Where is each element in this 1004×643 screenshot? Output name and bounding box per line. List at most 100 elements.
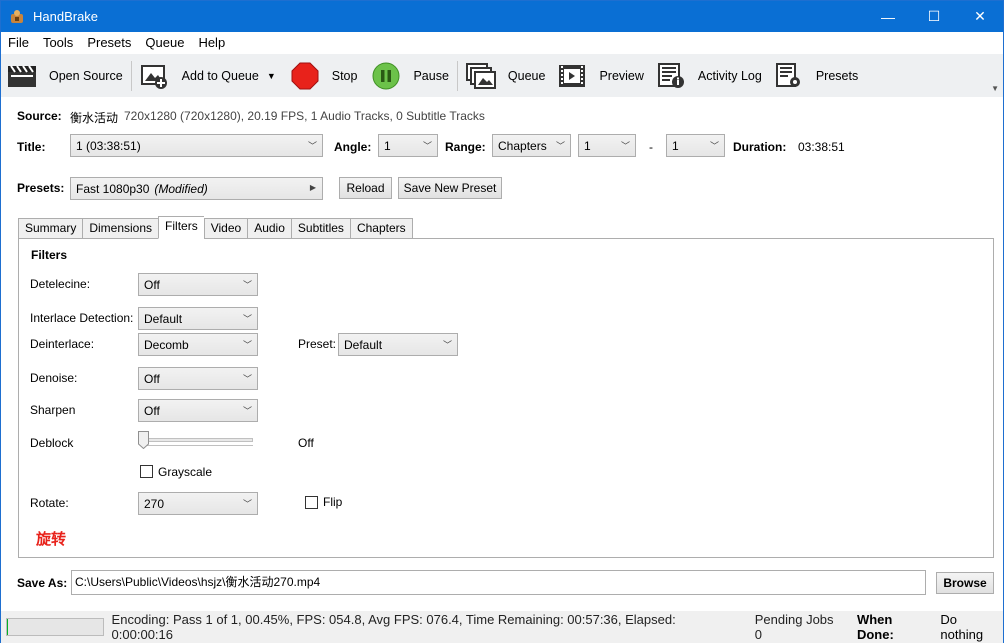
chevron-down-icon[interactable]: ▼ (267, 71, 276, 81)
pause-button[interactable]: Pause (363, 54, 454, 97)
duration-label: Duration: (733, 140, 787, 154)
tab-strip: Summary Dimensions Filters Video Audio S… (18, 216, 413, 239)
range-type-select[interactable]: Chapters ﹀ (492, 134, 571, 157)
browse-button[interactable]: Browse (936, 572, 994, 594)
tab-video[interactable]: Video (203, 218, 248, 239)
chevron-down-icon: ﹀ (422, 141, 432, 151)
deinterlace-preset-select[interactable]: Default ﹀ (338, 333, 458, 356)
when-done-value[interactable]: Do nothing (940, 612, 1003, 642)
clapperboard-icon (7, 63, 37, 89)
preview-button[interactable]: Preview (551, 54, 649, 97)
save-as-label: Save As: (17, 576, 68, 590)
range-end-select[interactable]: 1 ﹀ (666, 134, 725, 157)
rotate-select[interactable]: 270 ﹀ (138, 492, 258, 515)
chevron-down-icon: ﹀ (709, 141, 719, 151)
chevron-down-icon: ﹀ (555, 141, 565, 151)
tab-chapters[interactable]: Chapters (349, 218, 413, 239)
range-start-select[interactable]: 1 ﹀ (578, 134, 636, 157)
when-done-label: When Done: (856, 612, 894, 642)
deblock-slider-track[interactable] (140, 438, 253, 442)
chevron-down-icon: ﹀ (242, 280, 252, 290)
toolbar-overflow-icon[interactable]: ▼ (991, 84, 999, 93)
toolbar-separator (456, 60, 458, 91)
tab-audio[interactable]: Audio (247, 218, 291, 239)
preset-select-value: Fast 1080p30 (76, 181, 150, 196)
add-image-icon (140, 63, 170, 89)
interlace-detection-select[interactable]: Default ﹀ (138, 307, 258, 330)
encoding-status: Encoding: Pass 1 of 1, 00.45%, FPS: 054.… (111, 612, 676, 642)
deinterlace-select[interactable]: Decomb ﹀ (138, 333, 258, 356)
tab-filters[interactable]: Filters (158, 216, 204, 239)
range-label: Range: (445, 140, 486, 154)
title-select[interactable]: 1 (03:38:51) ﹀ (70, 134, 323, 157)
minimize-button[interactable]: — (865, 1, 911, 32)
range-dash: - (649, 140, 653, 154)
grayscale-checkbox[interactable] (140, 465, 153, 478)
status-bar: Encoding: Pass 1 of 1, 00.45%, FPS: 054.… (1, 611, 1003, 643)
close-button[interactable]: ✕ (957, 1, 1003, 32)
flip-label: Flip (323, 495, 343, 509)
title-label: Title: (17, 140, 46, 154)
save-new-preset-button[interactable]: Save New Preset (398, 177, 502, 199)
source-name: 衡水活动 (70, 111, 119, 125)
activity-log-icon (656, 62, 686, 89)
angle-select[interactable]: 1 ﹀ (378, 134, 438, 157)
menu-help[interactable]: Help (191, 32, 232, 54)
chevron-down-icon: ﹀ (307, 141, 317, 151)
queue-label: Queue (507, 68, 546, 83)
encode-progress-bar (6, 618, 104, 636)
preview-label: Preview (599, 68, 644, 83)
source-info: 720x1280 (720x1280), 20.19 FPS, 1 Audio … (124, 109, 485, 123)
detelecine-select[interactable]: Off ﹀ (138, 273, 258, 296)
denoise-select[interactable]: Off ﹀ (138, 367, 258, 390)
window-title: HandBrake (33, 9, 99, 24)
pause-label: Pause (413, 68, 449, 83)
sharpen-label: Sharpen (30, 403, 76, 417)
rotate-value: 270 (144, 496, 165, 511)
open-source-button[interactable]: Open Source (1, 54, 129, 97)
preset-select[interactable]: Fast 1080p30 (Modified) ▶ (70, 177, 323, 200)
interlace-detection-value: Default (144, 311, 183, 326)
chevron-down-icon: ﹀ (620, 141, 630, 151)
menu-queue[interactable]: Queue (138, 32, 191, 54)
title-select-value: 1 (03:38:51) (76, 138, 141, 153)
presets-gear-icon (774, 62, 804, 89)
queue-button[interactable]: Queue (460, 54, 552, 97)
add-to-queue-button[interactable]: Add to Queue ▼ (134, 54, 282, 97)
menu-tools[interactable]: Tools (36, 32, 80, 54)
tab-dimensions[interactable]: Dimensions (82, 218, 159, 239)
maximize-button[interactable]: ☐ (911, 1, 957, 32)
filters-heading: Filters (31, 248, 68, 262)
sharpen-select[interactable]: Off ﹀ (138, 399, 258, 422)
deinterlace-preset-value: Default (344, 337, 383, 352)
activity-log-label: Activity Log (697, 68, 762, 83)
deblock-value: Off (298, 436, 314, 450)
range-start-value: 1 (584, 138, 591, 153)
deblock-slider-thumb[interactable] (138, 431, 149, 449)
sharpen-value: Off (144, 403, 160, 418)
film-strip-icon (557, 63, 587, 89)
range-type-value: Chapters (498, 138, 547, 153)
menu-presets[interactable]: Presets (80, 32, 138, 54)
toolbar-separator (130, 60, 132, 91)
save-as-path-field[interactable]: C:\Users\Public\Videos\hsjz\衡水活动270.mp4 (71, 570, 926, 595)
rotate-label: Rotate: (30, 496, 69, 510)
tab-subtitles[interactable]: Subtitles (290, 218, 350, 239)
activity-log-button[interactable]: Activity Log (650, 54, 768, 97)
angle-select-value: 1 (384, 138, 391, 153)
tab-summary[interactable]: Summary (18, 218, 83, 239)
deblock-slider-ticks (143, 445, 253, 448)
menu-file[interactable]: File (1, 32, 36, 54)
menu-bar: File Tools Presets Queue Help (1, 32, 1003, 54)
range-end-value: 1 (672, 138, 679, 153)
interlace-detection-label: Interlace Detection: (30, 311, 134, 325)
presets-label: Presets (815, 68, 859, 83)
presets-button[interactable]: Presets (768, 54, 864, 97)
reload-button[interactable]: Reload (339, 177, 392, 199)
stop-button[interactable]: Stop (282, 54, 364, 97)
title-bar: HandBrake — ☐ ✕ (1, 1, 1003, 32)
presets-row-label: Presets: (17, 181, 65, 195)
denoise-label: Denoise: (30, 371, 78, 385)
flip-checkbox[interactable] (305, 496, 318, 509)
deinterlace-preset-label: Preset: (298, 337, 337, 351)
